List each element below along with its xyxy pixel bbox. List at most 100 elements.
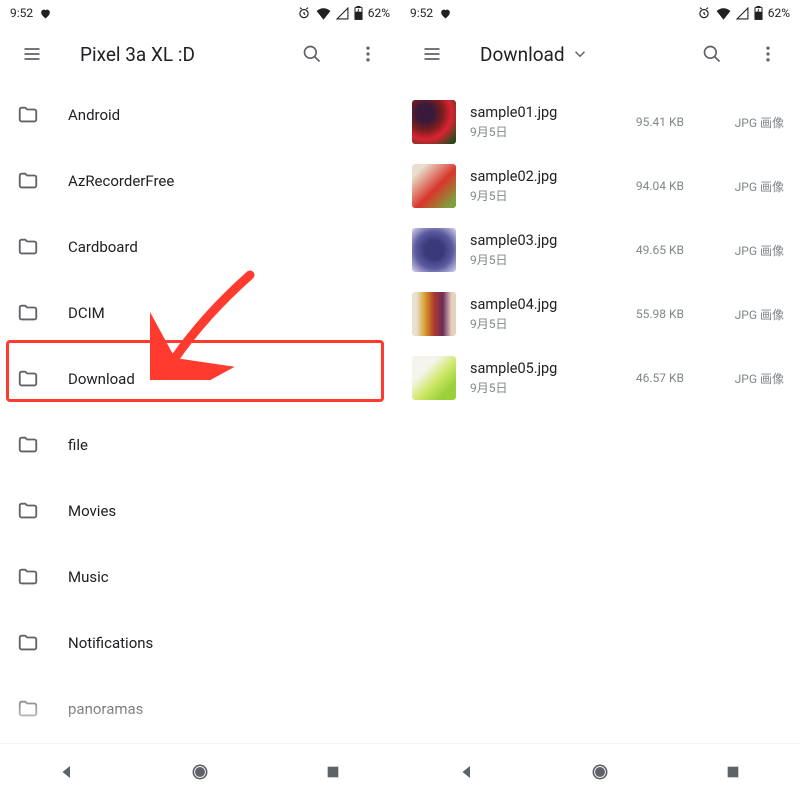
folder-row[interactable]: panoramas	[0, 676, 400, 742]
right-screen: 9:52 62% Download	[400, 0, 800, 800]
page-title-dropdown[interactable]: Download	[480, 43, 589, 66]
hamburger-icon	[422, 44, 442, 64]
status-bar: 9:52 62%	[0, 0, 400, 26]
file-info: sample02.jpg 9月5日	[470, 168, 600, 204]
chevron-down-icon	[571, 45, 589, 63]
folder-icon	[16, 235, 40, 259]
file-name: sample03.jpg	[470, 232, 600, 249]
file-size: 55.98 KB	[614, 307, 684, 321]
file-thumbnail	[412, 228, 456, 272]
status-bar: 9:52 62%	[400, 0, 800, 26]
folder-label: AzRecorderFree	[68, 172, 174, 190]
left-screen: 9:52 62% Pixel 3a XL :D	[0, 0, 400, 800]
file-name: sample02.jpg	[470, 168, 600, 185]
file-thumbnail	[412, 100, 456, 144]
file-type: JPG 画像	[698, 242, 788, 259]
folder-row[interactable]: Movies	[0, 478, 400, 544]
folder-row[interactable]: DCIM	[0, 280, 400, 346]
folder-label: file	[68, 436, 88, 454]
file-name: sample01.jpg	[470, 104, 600, 121]
menu-button[interactable]	[412, 34, 452, 74]
folder-icon	[16, 499, 40, 523]
file-size: 95.41 KB	[614, 115, 684, 129]
file-thumbnail	[412, 356, 456, 400]
file-date: 9月5日	[470, 251, 600, 268]
battery-icon	[354, 6, 363, 20]
folder-icon	[16, 169, 40, 193]
file-row[interactable]: sample03.jpg 9月5日 49.65 KB JPG 画像	[400, 218, 800, 282]
file-info: sample04.jpg 9月5日	[470, 296, 600, 332]
signal-icon	[736, 7, 749, 20]
folder-label: Android	[68, 106, 120, 124]
overflow-button[interactable]	[348, 34, 388, 74]
folder-label: DCIM	[68, 304, 105, 322]
file-thumbnail	[412, 164, 456, 208]
file-type: JPG 画像	[698, 306, 788, 323]
app-bar: Pixel 3a XL :D	[0, 26, 400, 82]
nav-home-button[interactable]	[180, 752, 220, 792]
file-info: sample03.jpg 9月5日	[470, 232, 600, 268]
file-type: JPG 画像	[698, 178, 788, 195]
file-row[interactable]: sample01.jpg 9月5日 95.41 KB JPG 画像	[400, 90, 800, 154]
folder-row[interactable]: file	[0, 412, 400, 478]
more-vert-icon	[358, 44, 378, 64]
folder-icon	[16, 433, 40, 457]
file-name: sample05.jpg	[470, 360, 600, 377]
folder-icon	[16, 565, 40, 589]
alarm-icon	[697, 6, 711, 20]
heart-icon	[39, 7, 52, 20]
folder-row[interactable]: Music	[0, 544, 400, 610]
status-time: 9:52	[410, 6, 433, 20]
search-button[interactable]	[692, 34, 732, 74]
hamburger-icon	[22, 44, 42, 64]
nav-home-button[interactable]	[580, 752, 620, 792]
battery-icon	[754, 6, 763, 20]
folder-row[interactable]: Download	[0, 346, 400, 412]
search-button[interactable]	[292, 34, 332, 74]
nav-recent-button[interactable]	[313, 752, 353, 792]
file-date: 9月5日	[470, 379, 600, 396]
file-row[interactable]: sample05.jpg 9月5日 46.57 KB JPG 画像	[400, 346, 800, 410]
page-title: Download	[480, 43, 565, 66]
file-info: sample05.jpg 9月5日	[470, 360, 600, 396]
file-size: 49.65 KB	[614, 243, 684, 257]
folder-label: Notifications	[68, 634, 153, 652]
alarm-icon	[297, 6, 311, 20]
status-time: 9:52	[10, 6, 33, 20]
folder-row[interactable]: AzRecorderFree	[0, 148, 400, 214]
nav-back-button[interactable]	[447, 752, 487, 792]
folder-label: panoramas	[68, 700, 143, 718]
folder-list[interactable]: Android AzRecorderFree Cardboard DCIM Do…	[0, 82, 400, 800]
wifi-icon	[316, 7, 331, 20]
search-icon	[702, 44, 722, 64]
nav-recent-button[interactable]	[713, 752, 753, 792]
file-date: 9月5日	[470, 123, 600, 140]
file-name: sample04.jpg	[470, 296, 600, 313]
folder-icon	[16, 631, 40, 655]
nav-back-button[interactable]	[47, 752, 87, 792]
folder-row[interactable]: Android	[0, 82, 400, 148]
folder-icon	[16, 367, 40, 391]
file-date: 9月5日	[470, 187, 600, 204]
menu-button[interactable]	[12, 34, 52, 74]
folder-icon	[16, 103, 40, 127]
signal-icon	[336, 7, 349, 20]
file-list[interactable]: sample01.jpg 9月5日 95.41 KB JPG 画像 sample…	[400, 82, 800, 410]
file-row[interactable]: sample04.jpg 9月5日 55.98 KB JPG 画像	[400, 282, 800, 346]
folder-label: Download	[68, 370, 135, 388]
folder-row[interactable]: Cardboard	[0, 214, 400, 280]
heart-icon	[439, 7, 452, 20]
file-row[interactable]: sample02.jpg 9月5日 94.04 KB JPG 画像	[400, 154, 800, 218]
nav-bar	[0, 744, 400, 800]
file-info: sample01.jpg 9月5日	[470, 104, 600, 140]
folder-row[interactable]: Notifications	[0, 610, 400, 676]
more-vert-icon	[758, 44, 778, 64]
overflow-button[interactable]	[748, 34, 788, 74]
nav-bar	[400, 744, 800, 800]
file-date: 9月5日	[470, 315, 600, 332]
app-bar: Download	[400, 26, 800, 82]
wifi-icon	[716, 7, 731, 20]
search-icon	[302, 44, 322, 64]
page-title: Pixel 3a XL :D	[80, 43, 195, 66]
status-battery-pct: 62%	[368, 6, 390, 20]
